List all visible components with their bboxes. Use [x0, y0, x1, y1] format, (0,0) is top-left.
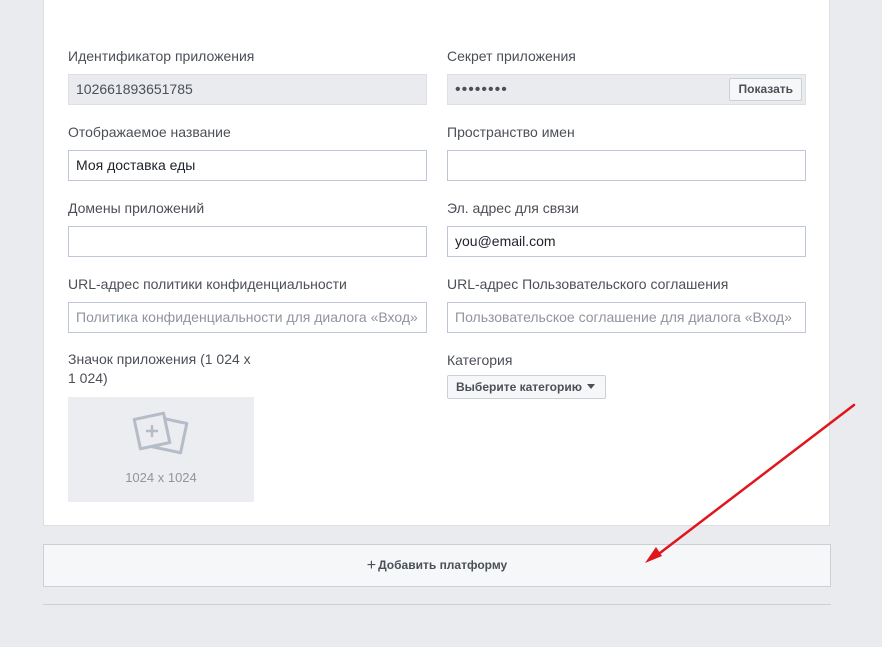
red-arrow-annotation: [645, 403, 856, 563]
